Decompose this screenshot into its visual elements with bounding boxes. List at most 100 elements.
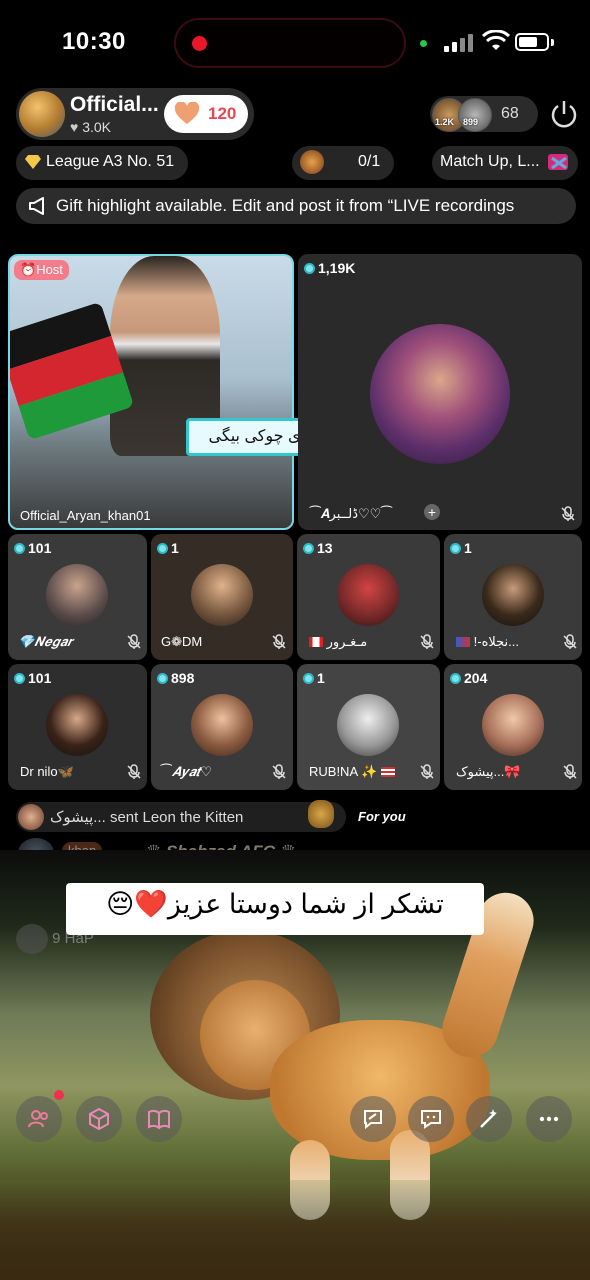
seat-name: پیشوک...🎀: [456, 764, 521, 780]
seat-avatar: [482, 564, 544, 626]
trophy-icon: [300, 150, 324, 174]
gift-message: sent Leon the Kitten: [109, 809, 244, 826]
seat-name: Dr nilo🦋: [20, 764, 74, 779]
host-role-icon: ⏰: [20, 262, 37, 277]
viewer-count: 68: [501, 105, 519, 122]
grass: [0, 1180, 590, 1280]
battery-cap: [551, 39, 554, 46]
host-seat[interactable]: ⏰Host Official_Aryan_khan01: [8, 254, 294, 530]
gem-icon: [450, 543, 461, 554]
host-likes: ♥ 3.0K: [70, 119, 111, 135]
megaphone-icon: [29, 197, 44, 215]
flag-canada-icon: [309, 637, 323, 647]
seat-count-value: 204: [464, 670, 488, 686]
seat-tile[interactable]: 1 !-نجلاه...: [444, 534, 582, 660]
seat-count-value: 13: [317, 540, 333, 556]
match-up-icon: [548, 154, 568, 170]
flag-icon: [456, 637, 470, 647]
mic-off-icon: [272, 764, 286, 779]
wifi-icon: [482, 30, 510, 50]
recording-indicator-icon: [192, 36, 207, 51]
gem-icon: [303, 673, 314, 684]
seat-avatar: [370, 324, 510, 464]
more-button[interactable]: [526, 1096, 572, 1142]
gem-icon: [14, 673, 25, 684]
seat-count-value: 101: [28, 540, 52, 556]
mic-off-icon: [420, 634, 434, 649]
seat-count: 898: [157, 670, 194, 688]
seat-count: 1: [157, 540, 179, 558]
mic-off-icon: [127, 764, 141, 779]
seat-name: 💎𝑵𝒆𝒈𝒂𝒓: [18, 634, 73, 649]
comment-icon: [421, 1110, 441, 1129]
host-seat-name: Official_Aryan_khan01: [20, 508, 151, 523]
seat-count-value: 1,19K: [318, 260, 356, 276]
gem-icon: [303, 543, 314, 554]
gem-icon: [157, 543, 168, 554]
more-icon: [539, 1116, 559, 1122]
for-you-tag: For you: [358, 809, 406, 824]
seat-tile[interactable]: 898 ⁀𝑨𝒚𝒂𝒕♡: [151, 664, 293, 790]
notification-dot: [54, 1090, 64, 1100]
seat-name-text: RUB!NA ✨: [309, 764, 378, 779]
caption-text: تشکر از شما دوستا عزیز❤️😔: [106, 889, 444, 919]
seat-count: 204: [450, 670, 487, 688]
guest-seat-main[interactable]: 1,19K ⁀𝑨ڈلــبر♡♡⁀ +: [298, 254, 582, 530]
seat-name: G❁DM: [161, 634, 203, 649]
camera-indicator-icon: [420, 40, 427, 47]
seat-count: 1: [450, 540, 472, 558]
seat-tile[interactable]: 101 💎𝑵𝒆𝒈𝒂𝒓: [8, 534, 147, 660]
seat-count: 1: [303, 670, 325, 688]
gem-icon: [450, 673, 461, 684]
league-label: League A3 No. 51: [46, 153, 174, 171]
heart-small-icon: ♥: [70, 119, 79, 135]
seat-tile[interactable]: 13 مـغـرور: [297, 534, 440, 660]
diamond-icon: [25, 155, 41, 169]
lion-kitten-animation: [110, 885, 541, 1220]
seat-name: RUB!NA ✨: [309, 764, 395, 780]
seat-tile[interactable]: 204 پیشوک...🎀: [444, 664, 582, 790]
seat-tile[interactable]: 101 Dr nilo🦋: [8, 664, 147, 790]
battery-icon: [515, 33, 549, 51]
seat-name: ⁀𝑨ڈلــبر♡♡⁀: [310, 506, 392, 521]
flag-usa-icon: [380, 767, 395, 777]
announcement-text: Gift highlight available. Edit and post …: [56, 196, 515, 215]
seat-count-value: 1: [317, 670, 325, 686]
seat-name-text: مـغـرور: [326, 634, 368, 649]
power-icon[interactable]: [548, 98, 580, 130]
mic-off-icon: [563, 764, 577, 779]
gift-sender-name: پیشوک...: [50, 809, 106, 826]
effects-button[interactable]: [76, 1096, 122, 1142]
seat-count: 13: [303, 540, 333, 558]
host-avatar[interactable]: [19, 91, 65, 137]
book-icon: [148, 1109, 170, 1130]
gift-sender-avatar[interactable]: [18, 804, 44, 830]
guests-icon: [28, 1110, 48, 1128]
seat-avatar: [191, 694, 253, 756]
match-progress: 0/1: [358, 153, 381, 170]
seat-avatar: [482, 694, 544, 756]
comment-button[interactable]: [408, 1096, 454, 1142]
gem-icon: [304, 263, 315, 274]
bow-icon: 🎀: [504, 764, 521, 779]
seat-avatar: [337, 564, 399, 626]
seat-avatar: [337, 694, 399, 756]
share-button[interactable]: [350, 1096, 396, 1142]
mic-off-icon: [127, 634, 141, 649]
dynamic-island: [174, 18, 406, 68]
book-button[interactable]: [136, 1096, 182, 1142]
seat-tile[interactable]: 1 G❁DM: [151, 534, 293, 660]
seat-tile[interactable]: 1 RUB!NA ✨: [297, 664, 440, 790]
guests-button[interactable]: [16, 1096, 62, 1142]
seat-name: ⁀𝑨𝒚𝒂𝒕♡: [161, 764, 212, 779]
share-icon: [364, 1110, 382, 1130]
viewer-avatar-2[interactable]: 899: [458, 98, 492, 132]
add-icon[interactable]: +: [424, 504, 440, 520]
seat-avatar: [191, 564, 253, 626]
signal-icon: [444, 32, 474, 52]
magic-wand-button[interactable]: [466, 1096, 512, 1142]
seat-count-value: 101: [28, 670, 52, 686]
heart-icon: [174, 102, 200, 124]
seat-count: 101: [14, 540, 51, 558]
cube-icon: [89, 1107, 109, 1131]
